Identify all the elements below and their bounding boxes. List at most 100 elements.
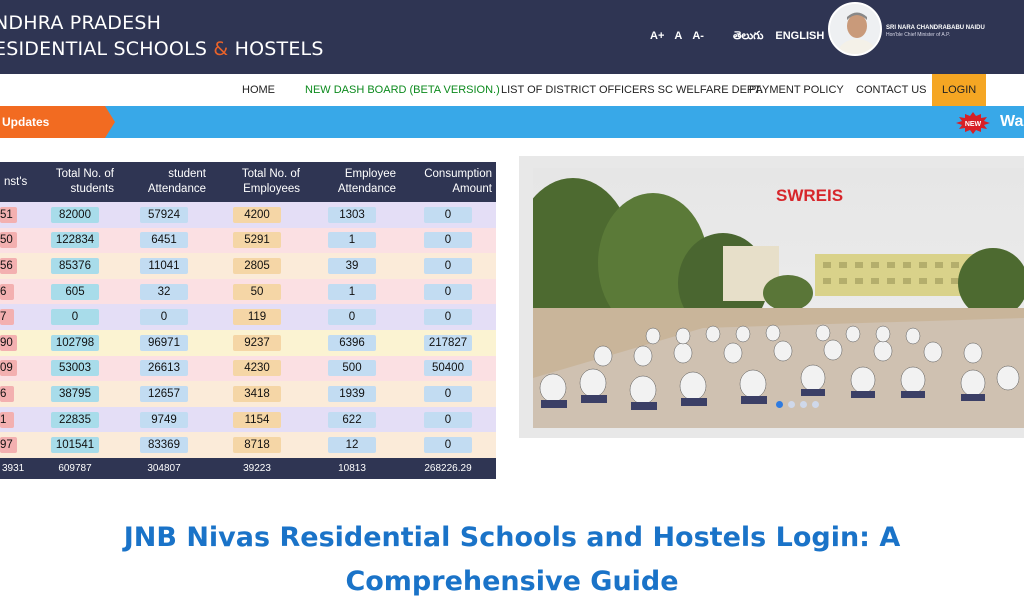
table-cell: 0 xyxy=(400,279,496,305)
total-cell: 39223 xyxy=(210,457,304,479)
font-decrease-button[interactable]: A- xyxy=(692,30,704,42)
table-cell-value: 9749 xyxy=(140,411,188,428)
table-cell: 38795 xyxy=(32,381,118,407)
font-normal-button[interactable]: A xyxy=(674,30,682,42)
table-cell: 8718 xyxy=(210,432,304,458)
site-title-line2: ESIDENTIAL SCHOOLS & HOSTELS xyxy=(0,38,324,60)
table-cell: 32 xyxy=(118,279,210,305)
new-badge-icon: NEW xyxy=(956,112,990,134)
table-cell-value: 0 xyxy=(140,309,188,326)
table-cell: 0 xyxy=(400,407,496,433)
nav-login[interactable]: LOGIN xyxy=(932,74,987,106)
image-slider[interactable] xyxy=(519,156,1024,438)
main-nav: HOME NEW DASH BOARD (BETA VERSION.) LIST… xyxy=(0,74,1024,106)
table-cell: 101541 xyxy=(32,432,118,458)
table-cell: 2805 xyxy=(210,253,304,279)
stats-table: nst's Total No. of students student Atte… xyxy=(0,162,496,482)
table-cell: 9749 xyxy=(118,407,210,433)
table-cell-value: 3418 xyxy=(233,385,281,402)
table-header-row: nst's Total No. of students student Atte… xyxy=(0,162,496,202)
nav-contact-us[interactable]: CONTACT US xyxy=(856,74,927,106)
table-cell-value: 4230 xyxy=(233,360,281,377)
table-row: 51 82000 57924 4200 1303 0 xyxy=(0,202,496,228)
table-cell: 0 xyxy=(400,304,496,330)
table-cell: 500 xyxy=(304,356,400,382)
table-cell-value: 0 xyxy=(424,206,472,223)
table-cell-value: 119 xyxy=(233,309,281,326)
table-cell-value: 11041 xyxy=(140,257,188,274)
table-cell: 1 xyxy=(0,407,32,433)
article-title: JNB Nivas Residential Schools and Hostel… xyxy=(0,516,1024,604)
nav-new-dashboard[interactable]: NEW DASH BOARD (BETA VERSION.) xyxy=(305,74,500,106)
table-cell-value: 12 xyxy=(328,437,376,454)
table-cell: 0 xyxy=(32,304,118,330)
table-cell-value: 6451 xyxy=(140,232,188,249)
table-cell: 82000 xyxy=(32,202,118,228)
table-cell: 5291 xyxy=(210,228,304,254)
language-switcher: తెలుగు ENGLISH xyxy=(733,30,824,45)
nav-home[interactable]: HOME xyxy=(242,74,275,106)
table-cell-value: 1939 xyxy=(328,385,376,402)
table-cell-value: 82000 xyxy=(51,206,99,223)
site-header: NDHRA PRADESH ESIDENTIAL SCHOOLS & HOSTE… xyxy=(0,0,1024,74)
table-cell-value: 83369 xyxy=(140,437,188,454)
table-cell-value: 50400 xyxy=(424,360,472,377)
updates-label: Updates xyxy=(0,106,105,138)
table-cell: 102798 xyxy=(32,330,118,356)
table-cell-value: 97 xyxy=(0,437,17,454)
updates-ticker: Updates xyxy=(0,106,1024,138)
table-row: 6 38795 12657 3418 1939 0 xyxy=(0,381,496,407)
table-cell: 22835 xyxy=(32,407,118,433)
table-cell-value: 0 xyxy=(51,309,99,326)
table-cell: 57924 xyxy=(118,202,210,228)
table-cell: 09 xyxy=(0,356,32,382)
table-cell: 26613 xyxy=(118,356,210,382)
slider-dot[interactable] xyxy=(812,401,819,408)
total-cell: 304807 xyxy=(118,457,210,479)
table-row: 97 101541 83369 8718 12 0 xyxy=(0,432,496,458)
table-cell-value: 0 xyxy=(424,411,472,428)
table-cell-value: 96971 xyxy=(140,334,188,351)
table-row: 1 22835 9749 1154 622 0 xyxy=(0,406,496,433)
slider-dot[interactable] xyxy=(788,401,795,408)
table-cell-value: 605 xyxy=(51,283,99,300)
table-cell: 0 xyxy=(304,304,400,330)
updates-marquee-text[interactable]: Wa xyxy=(1000,106,1023,138)
table-cell: 12657 xyxy=(118,381,210,407)
table-cell: 56 xyxy=(0,253,32,279)
table-cell-value: 0 xyxy=(424,437,472,454)
nav-payment-policy[interactable]: PAYMENT POLICY xyxy=(749,74,844,106)
table-cell: 0 xyxy=(118,304,210,330)
table-cell: 96971 xyxy=(118,330,210,356)
table-cell-value: 0 xyxy=(424,257,472,274)
nav-district-officers[interactable]: LIST OF DISTRICT OFFICERS SC WELFARE DEP… xyxy=(501,74,763,106)
table-cell: 6451 xyxy=(118,228,210,254)
table-cell-value: 6 xyxy=(0,385,14,402)
table-cell: 0 xyxy=(400,253,496,279)
col-header-institutions: nst's xyxy=(0,162,32,202)
table-cell: 622 xyxy=(304,407,400,433)
table-cell-value: 622 xyxy=(328,411,376,428)
table-cell: 11041 xyxy=(118,253,210,279)
table-cell: 217827 xyxy=(400,330,496,356)
table-cell: 4200 xyxy=(210,202,304,228)
site-title[interactable]: NDHRA PRADESH ESIDENTIAL SCHOOLS & HOSTE… xyxy=(0,10,324,62)
table-cell: 3418 xyxy=(210,381,304,407)
language-english[interactable]: ENGLISH xyxy=(775,30,824,45)
slider-dot[interactable] xyxy=(776,401,783,408)
table-cell-value: 2805 xyxy=(233,257,281,274)
slider-dot[interactable] xyxy=(800,401,807,408)
page: { "header": { "title_line1": "NDHRA PRAD… xyxy=(0,0,1024,614)
total-cell: 268226.29 xyxy=(400,457,496,479)
table-cell-value: 4200 xyxy=(233,206,281,223)
table-cell-value: 50 xyxy=(233,283,281,300)
table-cell-value: 7 xyxy=(0,309,14,326)
table-cell-value: 1303 xyxy=(328,206,376,223)
table-cell-value: 5291 xyxy=(233,232,281,249)
table-cell: 39 xyxy=(304,253,400,279)
language-telugu[interactable]: తెలుగు xyxy=(733,30,763,45)
font-increase-button[interactable]: A+ xyxy=(650,30,664,42)
table-cell-value: 26613 xyxy=(140,360,188,377)
table-cell: 4230 xyxy=(210,356,304,382)
table-cell: 50 xyxy=(210,279,304,305)
